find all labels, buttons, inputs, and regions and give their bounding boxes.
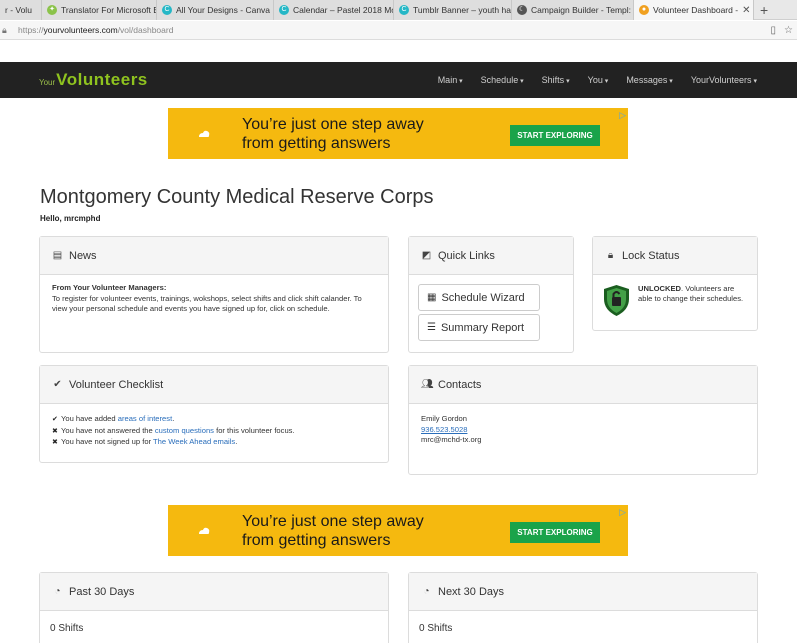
- external-link-icon: ◩: [421, 250, 432, 261]
- lock-status-panel: 🔒︎ Lock Status UNLOCKED. Volunteers are …: [592, 236, 758, 331]
- browser-tab[interactable]: C Tumblr Banner – youth has: [394, 0, 512, 20]
- schedule-wizard-button[interactable]: ▦ Schedule Wizard: [418, 284, 540, 311]
- new-tab-icon[interactable]: +: [754, 0, 774, 19]
- contacts-panel: 👥︎ Contacts Emily Gordon 936.523.5028 mr…: [408, 365, 758, 475]
- x-mark-icon: ✖: [52, 427, 58, 435]
- cloud-icon: [199, 527, 210, 534]
- list-icon: ☰: [427, 322, 436, 333]
- tab-label: r - Volu: [5, 5, 32, 15]
- tab-label: Tumblr Banner – youth has: [413, 5, 512, 15]
- contact-name: Emily Gordon: [421, 414, 468, 423]
- adchoices-icon[interactable]: ▷: [619, 110, 626, 121]
- main-nav: Main Schedule Shifts You Messages YourVo…: [438, 75, 757, 85]
- close-icon[interactable]: ✕: [738, 5, 750, 16]
- panel-heading: ◩ Quick Links: [409, 237, 573, 275]
- panel-heading: ✔ Volunteer Checklist: [40, 366, 388, 404]
- nav-shifts[interactable]: Shifts: [542, 75, 570, 85]
- cloud-icon: [199, 130, 210, 137]
- tab-label: Calendar – Pastel 2018 Mo: [293, 5, 394, 15]
- custom-questions-link[interactable]: custom questions: [155, 426, 214, 435]
- users-icon: 👥︎: [421, 379, 434, 390]
- nav-schedule[interactable]: Schedule: [481, 75, 524, 85]
- list-item: ✔ You have added areas of interest.: [52, 414, 376, 426]
- app-navbar: Your Volunteers Main Schedule Shifts You…: [0, 62, 797, 98]
- ad-banner[interactable]: You’re just one step away from getting a…: [168, 108, 628, 159]
- canva-icon: C: [162, 5, 172, 15]
- favorite-star-icon[interactable]: ☆: [784, 25, 793, 36]
- start-exploring-button[interactable]: START EXPLORING: [510, 125, 600, 146]
- nav-you[interactable]: You: [588, 75, 609, 85]
- page-title: Montgomery County Medical Reserve Corps: [40, 186, 434, 208]
- browser-tab[interactable]: C Calendar – Pastel 2018 Mo: [274, 0, 394, 20]
- check-circle-icon: ✔: [53, 379, 62, 390]
- nav-messages[interactable]: Messages: [626, 75, 673, 85]
- next-30-days-panel: ◔ Next 30 Days 0 Shifts: [408, 572, 758, 643]
- browser-tab[interactable]: C All Your Designs - Canva: [157, 0, 274, 20]
- list-item: ✖ You have not signed up for The Week Ahe…: [52, 437, 376, 449]
- adchoices-icon[interactable]: ▷: [619, 507, 626, 518]
- panel-heading: ◔ Past 30 Days: [40, 573, 388, 611]
- site-logo[interactable]: Your Volunteers: [39, 70, 148, 90]
- next-shifts-count: 0 Shifts: [419, 623, 453, 634]
- start-exploring-button[interactable]: START EXPLORING: [510, 522, 600, 543]
- news-body: From Your Volunteer Managers: To registe…: [52, 283, 362, 313]
- quick-links-panel: ◩ Quick Links ▦ Schedule Wizard ☰ Summar…: [408, 236, 574, 353]
- contact-phone-link[interactable]: 936.523.5028: [421, 425, 467, 434]
- news-panel: ▤ News From Your Volunteer Managers: To …: [39, 236, 389, 353]
- reading-view-icon[interactable]: ▯: [771, 25, 777, 36]
- newspaper-icon: ▤: [52, 250, 63, 261]
- browser-tab-bar: r - Volu ✦ Translator For Microsoft Ec C…: [0, 0, 797, 20]
- summary-report-button[interactable]: ☰ Summary Report: [418, 314, 540, 341]
- volunteer-icon: ●: [639, 5, 649, 15]
- checkmark-icon: ✔: [52, 416, 58, 423]
- nav-main[interactable]: Main: [438, 75, 463, 85]
- dashboard-gauge-icon: ◔: [423, 586, 430, 597]
- browser-tab-active[interactable]: ● Volunteer Dashboard - ✕: [634, 0, 754, 20]
- address-bar[interactable]: 🔒︎ https://yourvolunteers.com/vol/dashbo…: [0, 21, 797, 40]
- panel-heading: ◔ Next 30 Days: [409, 573, 757, 611]
- tab-label: Volunteer Dashboard -: [653, 5, 739, 15]
- nav-yourvolunteers[interactable]: YourVolunteers: [691, 75, 757, 85]
- list-item: ✖ You have not answered the custom questi…: [52, 426, 376, 438]
- volunteer-checklist-panel: ✔ Volunteer Checklist ✔ You have added ar…: [39, 365, 389, 463]
- greeting: Hello, mrcmphd: [40, 214, 101, 223]
- ad-text: You’re just one step away from getting a…: [242, 512, 424, 549]
- checklist-body: ✔ You have added areas of interest. ✖ You …: [40, 404, 388, 457]
- padlock-icon: 🔒︎: [607, 250, 614, 261]
- canva-icon: C: [399, 5, 409, 15]
- contacts-body: Emily Gordon 936.523.5028 mrc@mchd-tx.or…: [409, 404, 757, 454]
- browser-tab[interactable]: ☾ Campaign Builder - Templ:: [512, 0, 634, 20]
- dashboard-gauge-icon: ◔: [54, 586, 61, 597]
- contact-email: mrc@mchd-tx.org: [421, 435, 482, 444]
- browser-tab[interactable]: r - Volu: [0, 0, 42, 20]
- panel-heading: ▤ News: [40, 237, 388, 275]
- panel-heading: 👥︎ Contacts: [409, 366, 757, 404]
- canva-icon: C: [279, 5, 289, 15]
- tab-label: Campaign Builder - Templ:: [531, 5, 631, 15]
- calendar-icon: ▦: [427, 292, 437, 303]
- lock-status-text: UNLOCKED. Volunteers are able to change …: [638, 284, 744, 303]
- tab-label: All Your Designs - Canva: [176, 5, 271, 15]
- panel-heading: 🔒︎ Lock Status: [593, 237, 757, 275]
- areas-of-interest-link[interactable]: areas of interest: [118, 414, 172, 423]
- week-ahead-emails-link[interactable]: The Week Ahead emails: [153, 437, 235, 446]
- lock-icon: 🔒︎: [2, 24, 7, 35]
- browser-tab[interactable]: ✦ Translator For Microsoft Ec: [42, 0, 157, 20]
- unlocked-shield-icon: [604, 285, 629, 316]
- campaign-icon: ☾: [517, 5, 527, 15]
- url-text: https://yourvolunteers.com/vol/dashboard: [18, 25, 174, 35]
- past-30-days-panel: ◔ Past 30 Days 0 Shifts: [39, 572, 389, 643]
- ad-text: You’re just one step away from getting a…: [242, 115, 424, 152]
- x-mark-icon: ✖: [52, 439, 58, 446]
- translator-icon: ✦: [47, 5, 57, 15]
- tab-label: Translator For Microsoft Ec: [61, 5, 157, 15]
- past-shifts-count: 0 Shifts: [50, 623, 84, 634]
- ad-banner[interactable]: You’re just one step away from getting a…: [168, 505, 628, 556]
